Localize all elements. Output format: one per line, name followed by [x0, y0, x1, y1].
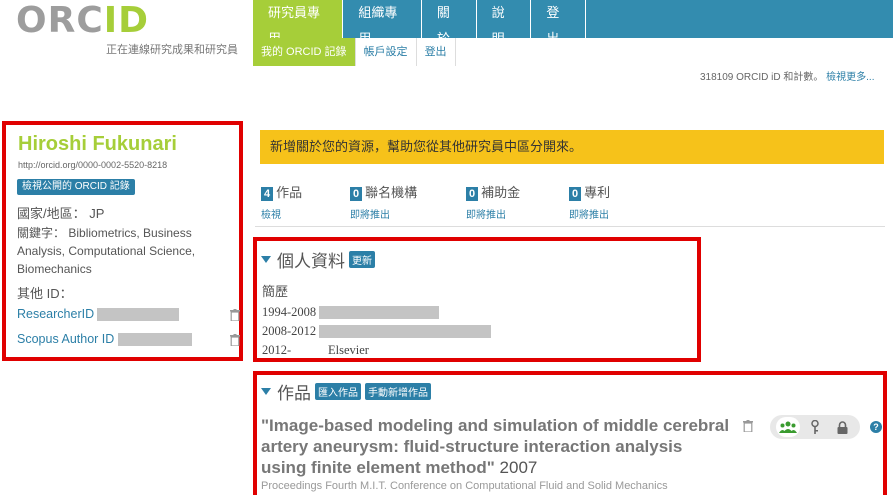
researcherid-row: ResearcherID	[17, 307, 180, 321]
view-more-link[interactable]: 檢視更多...	[826, 72, 874, 83]
redacted-value	[319, 325, 492, 338]
employment-row: 2008-2012	[262, 324, 492, 339]
update-button[interactable]: 更新	[349, 251, 375, 268]
trash-icon[interactable]	[230, 334, 240, 346]
keywords: 關鍵字： Bibliometrics, Business Analysis, C…	[17, 224, 242, 278]
other-ids-label: 其他 ID：	[17, 286, 73, 301]
privacy-public-option[interactable]	[775, 417, 800, 437]
stat-link[interactable]: 檢視	[261, 206, 302, 221]
view-public-record-button[interactable]: 檢視公開的 ORCID 記錄	[17, 179, 135, 195]
tagline: 正在連線研究成果和研究員	[106, 44, 238, 56]
work-source: Proceedings Fourth M.I.T. Conference on …	[261, 480, 668, 492]
lock-icon	[837, 420, 848, 434]
employment-years: 1994-2008	[262, 305, 317, 319]
orcid-url[interactable]: http://orcid.org/0000-0002-5520-8218	[18, 160, 167, 170]
work-item-title[interactable]: "Image-based modeling and simulation of …	[261, 415, 731, 478]
personal-info-header[interactable]: 個人資料 更新	[261, 247, 375, 272]
scopus-link[interactable]: Scopus Author ID	[17, 332, 114, 346]
stat-link[interactable]: 即將推出	[350, 206, 417, 221]
stat-label: 聯名機構	[365, 185, 418, 200]
stat-label: 專利	[584, 185, 611, 200]
employment-years: 2008-2012	[262, 324, 317, 338]
subnav-account-settings[interactable]: 帳戶設定	[356, 38, 417, 66]
redacted-value	[319, 306, 440, 319]
nav-about[interactable]: 關於	[421, 0, 477, 46]
nav-organizations[interactable]: 組織專用	[343, 0, 422, 46]
employment-row: 1994-2008	[262, 305, 440, 320]
people-icon	[778, 421, 797, 433]
info-banner: 新增關於您的資源，幫助您從其他研究員中區分開來。	[260, 130, 884, 164]
privacy-toggle[interactable]	[770, 415, 860, 439]
trash-icon[interactable]	[230, 309, 240, 321]
main-nav: 研究員專用 組織專用 關於 說明 登出	[253, 0, 893, 46]
stat-affiliations[interactable]: 0 聯名機構 即將推出	[350, 182, 417, 221]
profile-sidebar: Hiroshi Fukunari http://orcid.org/0000-0…	[2, 121, 243, 361]
subnav-my-record[interactable]: 我的 ORCID 記錄	[253, 38, 356, 66]
personal-info-section: 個人資料 更新 簡歷 1994-2008 2008-2012 2012- Els…	[253, 237, 701, 362]
country: 國家/地區： JP	[17, 203, 104, 222]
works-header[interactable]: 作品 匯入作品 手動新增作品	[261, 379, 431, 404]
work-title-text: "Image-based modeling and simulation of …	[261, 416, 730, 477]
nav-researchers[interactable]: 研究員專用	[253, 0, 344, 46]
stat-patents[interactable]: 0 專利 即將推出	[569, 182, 610, 221]
works-section: 作品 匯入作品 手動新增作品 "Image-based modeling and…	[253, 371, 887, 495]
stat-link[interactable]: 即將推出	[569, 206, 610, 221]
id-count-text: 318109 ORCID iD 和計數。	[700, 72, 824, 83]
researcherid-link[interactable]: ResearcherID	[17, 307, 94, 321]
redacted-value	[118, 332, 193, 346]
id-count: 318109 ORCID iD 和計數。 檢視更多...	[700, 68, 875, 83]
country-label: 國家/地區：	[17, 206, 86, 221]
stat-label: 作品	[276, 185, 303, 200]
import-works-button[interactable]: 匯入作品	[315, 383, 361, 400]
employment-label: 簡歷	[262, 284, 289, 299]
country-value: JP	[89, 206, 105, 221]
section-title: 個人資料	[277, 252, 345, 271]
redacted-value	[97, 307, 180, 321]
help-icon[interactable]: ?	[870, 421, 882, 433]
add-work-manually-button[interactable]: 手動新增作品	[365, 383, 431, 400]
nav-signout[interactable]: 登出	[531, 0, 587, 46]
employment-row: 2012- Elsevier	[262, 343, 369, 358]
stat-grants[interactable]: 0 補助金 即將推出	[466, 182, 520, 221]
work-year: 2007	[499, 458, 538, 477]
scopus-row: Scopus Author ID	[17, 332, 193, 346]
section-title: 作品	[277, 384, 311, 403]
orcid-logo[interactable]: ORCID	[16, 0, 149, 41]
sub-nav: 我的 ORCID 記錄 帳戶設定 登出	[253, 38, 456, 66]
privacy-private-option[interactable]	[830, 417, 854, 437]
expand-triangle-icon[interactable]	[261, 388, 271, 395]
divider	[255, 226, 885, 227]
trash-icon[interactable]	[743, 420, 753, 432]
stat-count: 0	[350, 187, 363, 201]
researcher-name: Hiroshi Fukunari	[18, 133, 177, 155]
stat-count: 0	[569, 187, 582, 201]
employment-years: 2012-	[262, 343, 292, 357]
expand-triangle-icon[interactable]	[261, 256, 271, 263]
logo-text: ORCID	[16, 0, 150, 41]
stat-works[interactable]: 4 作品 檢視	[261, 182, 302, 221]
stat-label: 補助金	[481, 185, 521, 200]
employment-org: Elsevier	[328, 343, 369, 357]
stat-count: 0	[466, 187, 479, 201]
key-icon	[811, 420, 819, 434]
subnav-signout[interactable]: 登出	[417, 38, 456, 66]
stat-count: 4	[261, 187, 274, 201]
stat-link[interactable]: 即將推出	[466, 206, 520, 221]
nav-help[interactable]: 說明	[476, 0, 532, 46]
privacy-limited-option[interactable]	[803, 417, 827, 437]
nav-fill	[586, 0, 893, 38]
keywords-label: 關鍵字：	[17, 226, 66, 240]
